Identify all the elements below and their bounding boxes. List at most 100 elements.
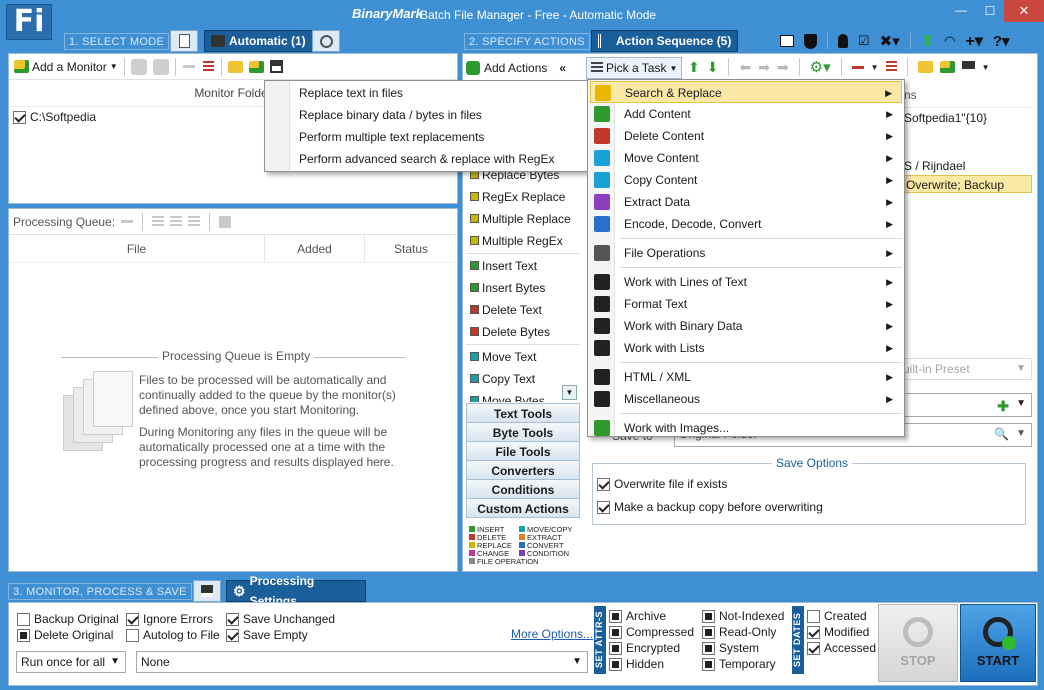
save-empty-checkbox[interactable]: Save Empty	[226, 627, 308, 643]
move-down-icon[interactable]: ⬇	[707, 59, 719, 76]
remove-monitor-icon[interactable]	[182, 65, 195, 68]
processing-settings-tab[interactable]: ⚙ Processing Settings	[226, 574, 366, 608]
action-item-delete-bytes[interactable]: Delete Bytes	[466, 321, 580, 343]
close-button[interactable]: ✕	[1004, 0, 1044, 22]
save-unchanged-checkbox[interactable]: Save Unchanged	[226, 611, 335, 627]
backup-checkbox[interactable]: Make a backup copy before overwriting	[597, 499, 823, 515]
remove-action-icon[interactable]	[851, 65, 864, 69]
backup-original-checkbox[interactable]: Backup Original	[17, 611, 119, 627]
wifi-icon[interactable]: ◠	[944, 33, 955, 49]
add-menu-icon[interactable]: +▾	[966, 31, 983, 51]
submenu-replace-text[interactable]: Replace text in files	[265, 82, 587, 104]
delete-original-checkbox[interactable]: Delete Original	[17, 627, 113, 643]
category-byte-tools[interactable]: Byte Tools	[466, 422, 580, 442]
autolog-checkbox[interactable]: Autolog to File	[126, 627, 220, 643]
task-menu-item[interactable]: Miscellaneous ▶	[590, 388, 902, 410]
move-left-icon[interactable]: ⬅	[739, 59, 751, 76]
attr-compressed-checkbox[interactable]: Compressed	[609, 624, 694, 640]
task-menu-item[interactable]: Delete Content ▶	[590, 125, 902, 147]
lightbulb-icon[interactable]	[838, 34, 848, 48]
category-text-tools[interactable]: Text Tools	[466, 403, 580, 423]
settings-gear-icon[interactable]: ⚙▾	[810, 58, 831, 76]
open-sequence-icon[interactable]	[917, 61, 933, 73]
submenu-replace-binary[interactable]: Replace binary data / bytes in files	[265, 104, 587, 126]
clear-actions-icon[interactable]	[885, 61, 897, 73]
add-folder-icon[interactable]	[248, 60, 264, 73]
task-menu-item[interactable]: Search & Replace ▶	[590, 81, 902, 103]
date-accessed-checkbox[interactable]: Accessed	[807, 640, 876, 656]
attr-encrypted-checkbox[interactable]: Encrypted	[609, 640, 680, 656]
task-menu-item[interactable]: Encode, Decode, Convert ▶	[590, 213, 902, 235]
save-settings-tab[interactable]	[193, 580, 221, 602]
checklist-icon[interactable]: ☑	[858, 33, 870, 49]
clear-monitors-icon[interactable]	[202, 60, 214, 73]
sequence-row-1[interactable]: Softpedia1"{10}	[904, 108, 1032, 128]
open-folder-icon[interactable]	[227, 60, 243, 73]
save-name-field[interactable]: ✚ ▼	[898, 393, 1032, 417]
action-item-delete-text[interactable]: Delete Text	[466, 299, 580, 321]
action-item-insert-bytes[interactable]: Insert Bytes	[466, 277, 580, 299]
tools-icon[interactable]: ✖▾	[880, 32, 900, 50]
task-menu-item[interactable]: Move Content ▶	[590, 147, 902, 169]
queue-list3-icon[interactable]	[188, 215, 201, 228]
task-menu-item[interactable]: Work with Images...	[590, 417, 902, 439]
queue-list-icon[interactable]	[152, 215, 165, 228]
scheduled-mode-tab[interactable]	[312, 30, 340, 52]
action-item-multiple-replace[interactable]: Multiple Replace	[466, 208, 580, 230]
run-mode-select[interactable]: Run once for all ▼	[16, 651, 126, 673]
queue-save-icon[interactable]	[219, 215, 232, 228]
submenu-regex-replace[interactable]: Perform advanced search & replace with R…	[265, 148, 587, 170]
date-modified-checkbox[interactable]: Modified	[807, 624, 869, 640]
attr-system-checkbox[interactable]: System	[702, 640, 759, 656]
category-custom-actions[interactable]: Custom Actions	[466, 498, 580, 518]
attr-not-indexed-checkbox[interactable]: Not-Indexed	[702, 608, 784, 624]
console-icon[interactable]	[780, 35, 794, 47]
monitor-enabled-checkbox[interactable]	[13, 111, 26, 125]
category-conditions[interactable]: Conditions	[466, 479, 580, 499]
task-menu-item[interactable]: Work with Lines of Text ▶	[590, 271, 902, 293]
edit-monitor-icon[interactable]	[130, 58, 147, 75]
add-monitor-button[interactable]: Add a Monitor ▼	[11, 57, 121, 77]
move-right-icon[interactable]: ➡	[758, 59, 770, 76]
minimize-button[interactable]: —	[946, 0, 976, 22]
action-sequence-tab[interactable]: Action Sequence (5)	[591, 30, 739, 52]
save-sequence-icon[interactable]	[961, 60, 975, 74]
attr-temporary-checkbox[interactable]: Temporary	[702, 656, 776, 672]
task-menu-item[interactable]: Format Text ▶	[590, 293, 902, 315]
date-created-checkbox[interactable]: Created	[807, 608, 867, 624]
maximize-button[interactable]: ☐	[976, 0, 1004, 22]
task-menu-item[interactable]: Extract Data ▶	[590, 191, 902, 213]
sequence-row-3[interactable]: S / Rijndael	[904, 156, 1032, 176]
collapse-button[interactable]: «	[559, 61, 566, 75]
remove-queue-item-icon[interactable]	[121, 220, 134, 223]
attr-hidden-checkbox[interactable]: Hidden	[609, 656, 664, 672]
action-item-multiple-regex[interactable]: Multiple RegEx	[466, 230, 580, 252]
browse-search-icon[interactable]: 🔍	[994, 424, 1009, 444]
shield-icon[interactable]	[804, 33, 817, 49]
stop-button[interactable]: STOP	[878, 604, 958, 682]
add-variable-icon[interactable]: ✚	[997, 396, 1009, 416]
queue-col-added[interactable]: Added	[265, 235, 365, 262]
sequence-row-selected[interactable]: Overwrite; Backup	[904, 175, 1032, 193]
task-menu-item[interactable]: File Operations ▶	[590, 242, 902, 264]
add-sequence-icon[interactable]	[939, 61, 955, 73]
task-menu-item[interactable]: Add Content ▶	[590, 103, 902, 125]
overwrite-checkbox[interactable]: Overwrite file if exists	[597, 476, 727, 492]
save-icon[interactable]	[269, 60, 283, 73]
queue-list2-icon[interactable]	[170, 215, 183, 228]
task-menu-item[interactable]: Work with Binary Data ▶	[590, 315, 902, 337]
pick-task-button[interactable]: Pick a Task ▼	[586, 57, 683, 79]
help-icon[interactable]: ?▾	[993, 32, 1010, 50]
task-menu-item[interactable]: Copy Content ▶	[590, 169, 902, 191]
task-menu-item[interactable]: HTML / XML ▶	[590, 366, 902, 388]
submenu-multiple-replace[interactable]: Perform multiple text replacements	[265, 126, 587, 148]
post-action-select[interactable]: None ▼	[136, 651, 588, 673]
action-item-regex-replace[interactable]: RegEx Replace	[466, 186, 580, 208]
attr-read-only-checkbox[interactable]: Read-Only	[702, 624, 776, 640]
attr-archive-checkbox[interactable]: Archive	[609, 608, 666, 624]
automatic-mode-tab[interactable]: Automatic (1)	[204, 30, 313, 52]
category-converters[interactable]: Converters	[466, 460, 580, 480]
manual-mode-tab[interactable]	[170, 30, 198, 52]
scroll-down-button[interactable]: ▼	[562, 385, 577, 400]
move-up-icon[interactable]: ⬆	[688, 59, 700, 76]
